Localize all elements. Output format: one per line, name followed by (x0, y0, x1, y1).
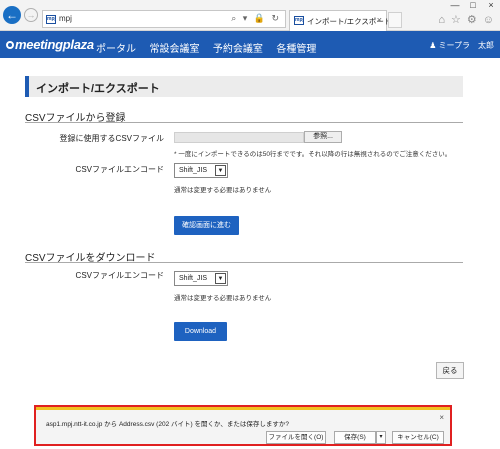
tab-favicon-icon: mpj (294, 16, 304, 25)
csv-file-label: 登録に使用するCSVファイル (59, 134, 164, 143)
download-encoding-note: 通常は変更する必要はありません (174, 295, 272, 302)
back-arrow-icon[interactable]: ← (3, 6, 21, 24)
address-text[interactable]: mpj (59, 14, 72, 23)
app-nav-bar: meetingplaza ポータル 常設会議室 予約会議室 各種管理 ♟ ミープラ… (0, 31, 500, 58)
cancel-button[interactable]: キャンセル(C) (392, 431, 444, 444)
page-heading: インポート/エクスポート (25, 76, 463, 97)
tab-close-icon[interactable]: × (377, 15, 382, 25)
download-encoding-label: CSVファイルエンコード (75, 271, 164, 280)
window-close-icon[interactable]: × (482, 0, 500, 10)
download-button[interactable]: Download (174, 322, 227, 341)
logo-mark-icon (6, 41, 14, 49)
confirm-button[interactable]: 確認画面に進む (174, 216, 239, 235)
close-icon[interactable]: × (439, 413, 444, 422)
nav-item-portal[interactable]: ポータル (96, 40, 136, 55)
main-nav: ポータル 常設会議室 予約会議室 各種管理 (96, 39, 325, 57)
minimize-icon[interactable]: — (446, 0, 464, 10)
open-file-button[interactable]: ファイルを開く(O) (266, 431, 326, 444)
import-encoding-select[interactable]: Shift_JIS ▼ (174, 163, 228, 178)
browser-chrome: ← → mpj mpj ⌕ ▾ 🔒 ↻ mpj インポート/エクスポート × —… (0, 0, 500, 31)
save-button[interactable]: 保存(S) (334, 431, 376, 444)
nav-item-reserved-rooms[interactable]: 予約会議室 (213, 40, 263, 55)
nav-item-permanent-rooms[interactable]: 常設会議室 (149, 40, 199, 55)
download-notification-bar: asp1.mpj.ntt-it.co.jp から Address.csv (20… (34, 405, 452, 446)
browser-toolbar: ⌂ ☆ ⚙ ☺ (432, 13, 494, 26)
download-encoding-select[interactable]: Shift_JIS ▼ (174, 271, 228, 286)
download-section-divider (25, 262, 463, 263)
logo-text: meetingplaza (15, 37, 94, 52)
download-message: asp1.mpj.ntt-it.co.jp から Address.csv (20… (46, 421, 289, 428)
csv-file-input[interactable] (174, 132, 304, 143)
window-controls: — □ × (446, 0, 500, 10)
user-menu[interactable]: ♟ ミープラ 太郎 (421, 40, 494, 51)
site-favicon-icon: mpj (46, 15, 56, 24)
import-encoding-label: CSVファイルエンコード (75, 165, 164, 174)
forward-arrow-icon[interactable]: → (24, 8, 38, 22)
app-logo[interactable]: meetingplaza (6, 37, 94, 53)
star-icon[interactable]: ☆ (451, 14, 461, 26)
nav-item-admin[interactable]: 各種管理 (276, 40, 316, 55)
user-name: ミープラ 太郎 (438, 41, 494, 50)
page-title: インポート/エクスポート (36, 83, 160, 95)
maximize-icon[interactable]: □ (464, 0, 482, 10)
new-tab-button[interactable] (388, 12, 402, 28)
download-encoding-value: Shift_JIS (179, 275, 208, 282)
home-icon[interactable]: ⌂ (438, 14, 445, 26)
chevron-down-icon: ▼ (215, 165, 226, 176)
user-icon: ♟ (429, 41, 437, 50)
back-button[interactable]: 戻る (436, 362, 464, 379)
save-options-chevron-icon[interactable]: ▾ (376, 431, 386, 444)
browse-button[interactable]: 参照... (304, 131, 342, 143)
chevron-down-icon: ▼ (215, 273, 226, 284)
address-bar[interactable]: mpj mpj ⌕ ▾ 🔒 ↻ (42, 10, 286, 28)
import-encoding-value: Shift_JIS (179, 167, 208, 174)
browser-tab[interactable]: mpj インポート/エクスポート × (289, 10, 391, 31)
address-bar-icons[interactable]: ⌕ ▾ 🔒 ↻ (231, 13, 281, 24)
import-encoding-note: 通常は変更する必要はありません (174, 187, 272, 194)
gear-icon[interactable]: ⚙ (467, 14, 477, 26)
import-section-divider (25, 122, 463, 123)
import-limit-note: * 一度にインポートできるのは50行までです。それ以降の行は無視されるのでご注意… (174, 151, 452, 158)
smiley-icon[interactable]: ☺ (483, 14, 494, 26)
